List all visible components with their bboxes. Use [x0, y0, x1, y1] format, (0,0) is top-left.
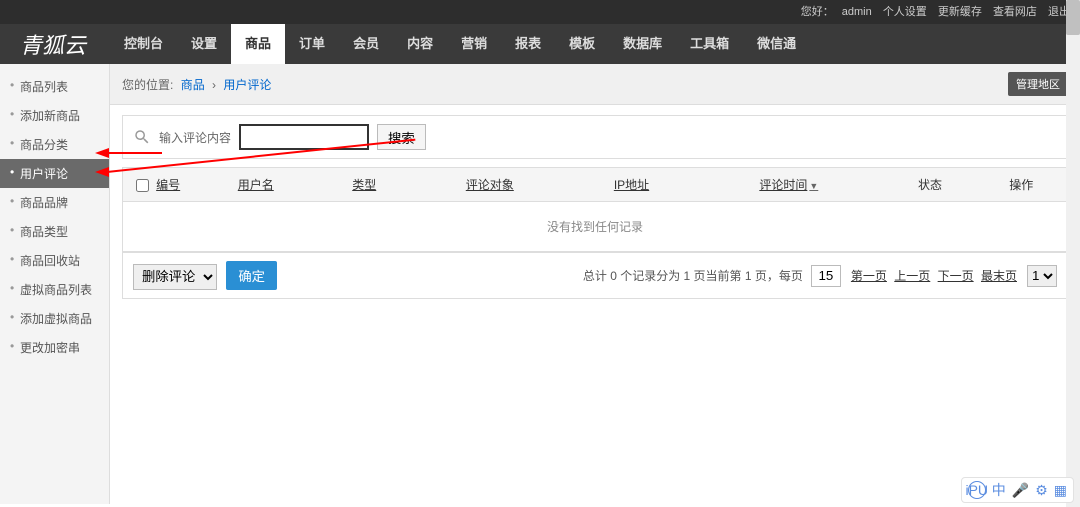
- breadcrumb: 您的位置: 商品 › 用户评论 管理地区: [110, 64, 1080, 105]
- ime-ipu-icon[interactable]: iPU: [968, 481, 986, 499]
- sidebar-item-virtual-list[interactable]: 虚拟商品列表: [0, 275, 109, 304]
- nav-tab-marketing[interactable]: 营销: [447, 24, 501, 64]
- search-icon: [133, 128, 151, 146]
- scrollbar-thumb[interactable]: [1066, 0, 1080, 35]
- col-id[interactable]: 编号: [123, 168, 193, 202]
- nav-tabs: 控制台 设置 商品 订单 会员 内容 营销 报表 模板 数据库 工具箱 微信通: [110, 24, 810, 64]
- no-data-row: 没有找到任何记录: [123, 202, 1067, 252]
- table-footer: 删除评论 确定 总计 0 个记录分为 1 页当前第 1 页，每页 第一页 上一页…: [122, 253, 1068, 299]
- pagination: 总计 0 个记录分为 1 页当前第 1 页，每页 第一页 上一页 下一页 最末页…: [583, 265, 1057, 287]
- pager-first[interactable]: 第一页: [851, 269, 887, 283]
- search-button[interactable]: 搜索: [377, 124, 426, 150]
- breadcrumb-label: 您的位置:: [122, 78, 173, 92]
- logo: 青狐云: [0, 28, 110, 60]
- sidebar-item-add-virtual[interactable]: 添加虚拟商品: [0, 304, 109, 333]
- refresh-cache-link[interactable]: 更新缓存: [938, 6, 982, 18]
- manage-region-button[interactable]: 管理地区: [1008, 72, 1068, 96]
- sidebar-item-add-product[interactable]: 添加新商品: [0, 101, 109, 130]
- col-type[interactable]: 类型: [319, 168, 410, 202]
- breadcrumb-sep: ›: [212, 78, 216, 92]
- nav-tab-products[interactable]: 商品: [231, 24, 285, 64]
- search-input[interactable]: [239, 124, 369, 150]
- nav-tab-toolbox[interactable]: 工具箱: [676, 24, 743, 64]
- breadcrumb-reviews[interactable]: 用户评论: [223, 78, 271, 92]
- ime-mic-icon[interactable]: 🎤: [1012, 482, 1029, 499]
- sidebar-item-recycle[interactable]: 商品回收站: [0, 246, 109, 275]
- breadcrumb-products[interactable]: 商品: [181, 78, 205, 92]
- sidebar-item-brands[interactable]: 商品品牌: [0, 188, 109, 217]
- no-data-text: 没有找到任何记录: [123, 202, 1067, 252]
- nav-tab-wechat[interactable]: 微信通: [743, 24, 810, 64]
- select-all-checkbox[interactable]: [136, 179, 149, 192]
- pager-next[interactable]: 下一页: [938, 269, 974, 283]
- sidebar-item-product-list[interactable]: 商品列表: [0, 72, 109, 101]
- bulk-confirm-button[interactable]: 确定: [226, 261, 277, 290]
- nav-tab-members[interactable]: 会员: [339, 24, 393, 64]
- ime-gear-icon[interactable]: ⚙: [1035, 482, 1048, 499]
- view-store-link[interactable]: 查看网店: [993, 6, 1037, 18]
- bulk-action-select[interactable]: 删除评论: [133, 264, 217, 290]
- nav-tab-console[interactable]: 控制台: [110, 24, 177, 64]
- nav-tab-reports[interactable]: 报表: [501, 24, 555, 64]
- nav-tab-content[interactable]: 内容: [393, 24, 447, 64]
- page-select[interactable]: 1: [1027, 265, 1057, 287]
- ime-lang-cn[interactable]: 中: [992, 480, 1006, 500]
- page-scrollbar[interactable]: [1066, 0, 1080, 507]
- main-content: 您的位置: 商品 › 用户评论 管理地区 输入评论内容 搜索: [110, 64, 1080, 504]
- nav-tab-templates[interactable]: 模板: [555, 24, 609, 64]
- col-action: 操作: [976, 168, 1067, 202]
- ime-floating-toolbar[interactable]: iPU 中 🎤 ⚙ ▦: [961, 477, 1074, 503]
- sidebar-item-user-reviews[interactable]: 用户评论: [0, 159, 109, 188]
- greeting-text: 您好：admin: [793, 6, 872, 18]
- pager-last[interactable]: 最末页: [981, 269, 1017, 283]
- ime-grid-icon[interactable]: ▦: [1054, 482, 1067, 499]
- bulk-actions: 删除评论 确定: [133, 261, 277, 290]
- col-user[interactable]: 用户名: [193, 168, 319, 202]
- col-ip[interactable]: IP地址: [570, 168, 694, 202]
- primary-navbar: 青狐云 控制台 设置 商品 订单 会员 内容 营销 报表 模板 数据库 工具箱 …: [0, 24, 1080, 64]
- nav-tab-orders[interactable]: 订单: [285, 24, 339, 64]
- pager-prev[interactable]: 上一页: [894, 269, 930, 283]
- search-bar: 输入评论内容 搜索: [122, 115, 1068, 159]
- top-utility-bar: 您好：admin 个人设置 更新缓存 查看网店 退出: [0, 0, 1080, 24]
- profile-link[interactable]: 个人设置: [883, 6, 927, 18]
- col-status: 状态: [884, 168, 975, 202]
- pager-summary: 总计 0 个记录分为 1 页当前第 1 页，每页: [583, 267, 803, 284]
- col-target[interactable]: 评论对象: [410, 168, 570, 202]
- nav-tab-settings[interactable]: 设置: [177, 24, 231, 64]
- sidebar-item-change-secret[interactable]: 更改加密串: [0, 333, 109, 362]
- search-label: 输入评论内容: [159, 129, 231, 146]
- results-table: 编号 用户名 类型 评论对象 IP地址 评论时间▼ 状态 操作: [122, 167, 1068, 253]
- sidebar: 商品列表 添加新商品 商品分类 用户评论 商品品牌 商品类型 商品回收站 虚拟商…: [0, 64, 110, 504]
- col-time[interactable]: 评论时间▼: [693, 168, 884, 202]
- nav-tab-database[interactable]: 数据库: [609, 24, 676, 64]
- sidebar-item-categories[interactable]: 商品分类: [0, 130, 109, 159]
- page-size-input[interactable]: [811, 265, 841, 287]
- sidebar-item-types[interactable]: 商品类型: [0, 217, 109, 246]
- sort-desc-icon: ▼: [809, 181, 818, 191]
